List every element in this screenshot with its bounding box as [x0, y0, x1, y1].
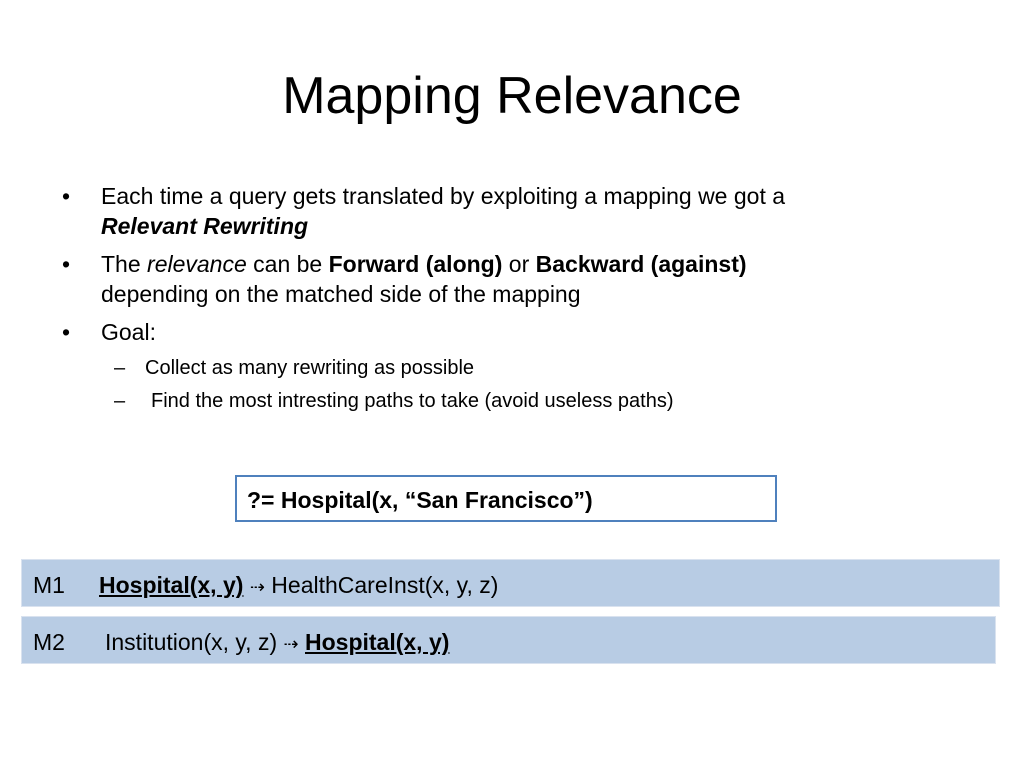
- relevant-rewriting-term: Relevant Rewriting: [101, 213, 309, 239]
- bullet-text: or: [508, 251, 530, 277]
- sub-bullet-text: Collect as many rewriting as possible: [145, 357, 475, 379]
- bullet-text: Each time a query gets translated by exp…: [101, 183, 786, 209]
- mapping-source: Institution(x, y, z): [105, 629, 278, 655]
- slide-title: Mapping Relevance: [282, 67, 742, 125]
- bullet-dot: •: [62, 183, 71, 209]
- sub-bullet-text: Find the most intresting paths to take (…: [151, 390, 674, 412]
- bullet-item: • The relevance can be Forward (along) o…: [62, 249, 982, 309]
- query-box: ?= Hospital(x, “San Francisco”): [235, 475, 777, 522]
- bullet-text: depending on the matched side of the map…: [101, 281, 581, 307]
- bullet-item: • Goal:: [62, 317, 982, 347]
- bullet-dot: •: [62, 319, 71, 345]
- dashed-arrow-icon: ⇢: [249, 577, 265, 597]
- bullet-text: The: [101, 251, 141, 277]
- bullet-dot: •: [62, 251, 71, 277]
- mapping-id: M2: [33, 629, 65, 655]
- mapping-m1: M1 Hospital(x, y) ⇢ HealthCareInst(x, y,…: [21, 559, 1000, 607]
- bullet-list: • Each time a query gets translated by e…: [62, 181, 982, 421]
- bullet-item: • Each time a query gets translated by e…: [62, 181, 982, 241]
- relevance-term: relevance: [147, 251, 247, 277]
- dashed-arrow-icon: ⇢: [283, 634, 299, 654]
- sub-bullet-dash: –: [114, 357, 126, 379]
- backward-term: Backward (against): [535, 251, 747, 277]
- sub-bullet-item: – Collect as many rewriting as possible: [62, 355, 982, 381]
- mapping-matched-term: Hospital(x, y): [99, 572, 244, 598]
- bullet-text: can be: [253, 251, 323, 277]
- mapping-id: M1: [33, 572, 65, 598]
- mapping-m2: M2 Institution(x, y, z) ⇢ Hospital(x, y): [21, 616, 996, 664]
- mapping-expression: Hospital(x, y) ⇢ HealthCareInst(x, y, z): [99, 571, 498, 601]
- bullet-text: Goal:: [101, 319, 156, 345]
- mapping-target: HealthCareInst(x, y, z): [271, 572, 499, 598]
- forward-term: Forward (along): [328, 251, 503, 277]
- mapping-expression: Institution(x, y, z) ⇢ Hospital(x, y): [105, 628, 449, 658]
- mapping-matched-term: Hospital(x, y): [305, 629, 450, 655]
- sub-bullet-item: – Find the most intresting paths to take…: [62, 388, 982, 414]
- sub-bullet-dash: –: [114, 390, 126, 412]
